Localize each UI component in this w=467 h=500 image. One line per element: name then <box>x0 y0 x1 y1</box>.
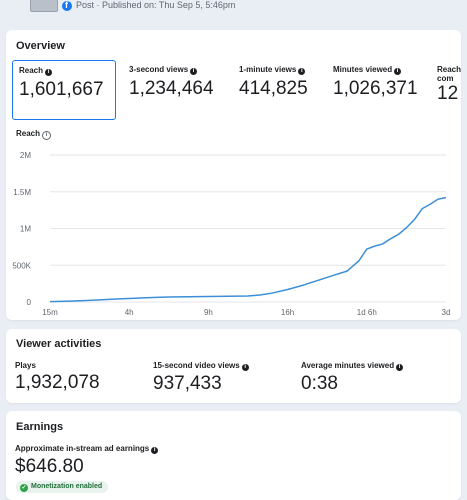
monetization-status-badge: ✓ Monetization enabled <box>16 481 109 493</box>
info-icon[interactable]: i <box>42 131 52 140</box>
metric-label: Reach <box>19 66 44 75</box>
viewer-activities-card: Viewer activities Plays 1,932,078 15-sec… <box>6 329 461 403</box>
metric-label: Minutes viewed <box>333 65 393 74</box>
x-tick-label: 15m <box>42 308 58 317</box>
metric-value: 414,825 <box>239 78 308 99</box>
reach-line-chart: 0500K1M1.5M2M15m4h9h16h1d 6h3dReach <box>12 151 451 317</box>
metric-label: 15-second video views <box>153 361 240 370</box>
info-icon[interactable]: i <box>151 447 159 454</box>
x-tick-label: 3d <box>442 308 451 317</box>
post-insights-page: Post · Published on: Thu Sep 5, 5:46pm O… <box>0 0 467 500</box>
post-header: Post · Published on: Thu Sep 5, 5:46pm <box>0 0 467 18</box>
post-published-meta: Post · Published on: Thu Sep 5, 5:46pm <box>76 0 236 10</box>
info-icon[interactable]: i <box>190 68 198 75</box>
check-circle-icon: ✓ <box>20 484 28 492</box>
overview-title: Overview <box>16 40 65 52</box>
info-icon[interactable]: i <box>45 69 53 76</box>
info-icon[interactable]: i <box>241 364 249 371</box>
y-tick-label: 1.5M <box>13 188 31 197</box>
metric-label: Plays <box>15 361 36 370</box>
y-tick-label: 1M <box>20 225 31 234</box>
series-line-reach <box>49 196 447 303</box>
viewer-activities-title: Viewer activities <box>16 338 102 350</box>
metric-label: Approximate in-stream ad earnings <box>15 444 150 453</box>
x-tick-label: 16h <box>281 308 294 317</box>
badge-label: Monetization enabled <box>31 483 103 490</box>
metric-average-minutes-viewed[interactable]: Average minutes viewed i 0:38 <box>301 361 404 395</box>
y-tick-label: 2M <box>20 151 31 160</box>
metric-reach-com-truncated[interactable]: Reach com 12 <box>437 65 461 105</box>
y-tick-label: 0 <box>27 298 32 307</box>
metric-value: 12 <box>437 83 459 104</box>
metric-value: $646.80 <box>15 456 84 477</box>
metric-label: Average minutes viewed <box>301 361 395 370</box>
metric-reach[interactable]: Reach i 1,601,667 <box>12 60 116 120</box>
x-tick-label: 4h <box>125 308 134 317</box>
metric-15-second-video-views[interactable]: 15-second video views i 937,433 <box>153 361 249 395</box>
x-tick-label: 1d 6h <box>357 308 377 317</box>
metric-1-minute-views[interactable]: 1-minute views i 414,825 <box>239 65 308 100</box>
chart-title: Reach <box>16 129 41 138</box>
metric-value: 1,026,371 <box>333 78 418 99</box>
metric-label: 1-minute views <box>239 65 297 74</box>
metric-minutes-viewed[interactable]: Minutes viewed i 1,026,371 <box>333 65 418 100</box>
metric-value: 1,601,667 <box>19 79 104 100</box>
info-icon[interactable]: i <box>396 364 404 371</box>
metric-3-second-views[interactable]: 3-second views i 1,234,464 <box>129 65 214 100</box>
metric-label: 3-second views <box>129 65 189 74</box>
metric-value: 937,433 <box>153 373 222 394</box>
metric-value: 0:38 <box>301 373 338 394</box>
metric-value: 1,932,078 <box>15 372 100 393</box>
metric-value: 1,234,464 <box>129 78 214 99</box>
info-icon[interactable]: i <box>394 68 402 75</box>
earnings-title: Earnings <box>16 421 64 433</box>
x-tick-label: 9h <box>204 308 213 317</box>
metric-plays[interactable]: Plays 1,932,078 <box>15 361 100 394</box>
facebook-icon <box>62 0 72 11</box>
metric-label: Reach com <box>437 65 461 83</box>
overview-card: Overview Reach i 1,601,667 3-second views… <box>6 30 461 320</box>
metric-ad-earnings[interactable]: Approximate in-stream ad earnings i $646.… <box>15 444 159 478</box>
earnings-card: Earnings Approximate in-stream ad earnin… <box>6 411 461 500</box>
post-thumbnail[interactable] <box>30 0 58 12</box>
y-tick-label: 500K <box>12 261 31 270</box>
info-icon[interactable]: i <box>298 68 306 75</box>
